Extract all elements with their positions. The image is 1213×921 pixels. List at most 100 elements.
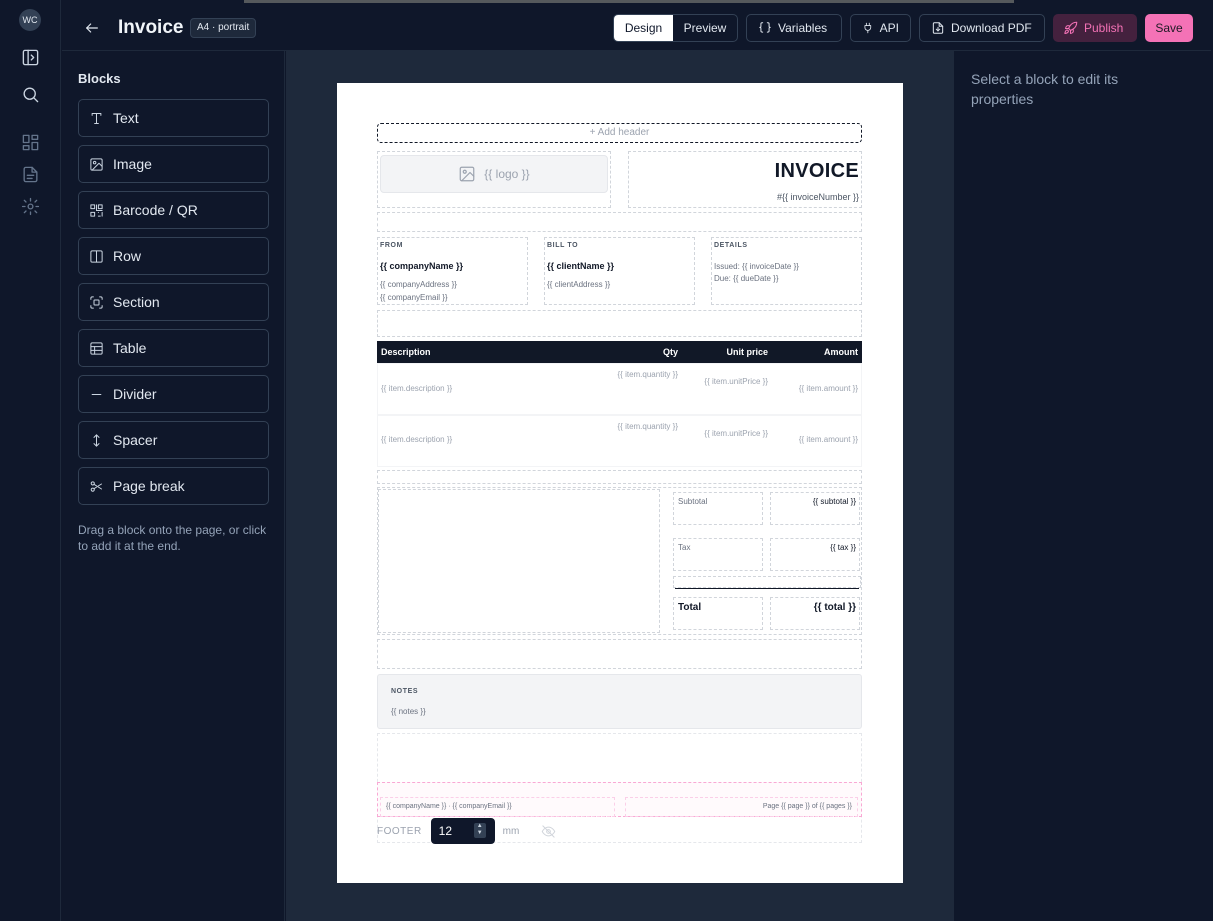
item-description: {{ item.description }}: [381, 435, 453, 444]
back-arrow-icon[interactable]: [82, 18, 102, 38]
properties-empty-message: Select a block to edit its properties: [971, 71, 1119, 107]
download-pdf-button[interactable]: Download PDF: [919, 14, 1045, 42]
document-icon[interactable]: [19, 163, 41, 185]
company-address[interactable]: {{ companyAddress }}: [380, 278, 457, 291]
company-email[interactable]: {{ companyEmail }}: [380, 291, 448, 304]
spacer-block[interactable]: [377, 310, 862, 337]
block-spacer[interactable]: Spacer: [78, 421, 269, 459]
dashboard-icon[interactable]: [19, 131, 41, 153]
column-qty: Qty: [662, 347, 678, 357]
window-top-edge: [244, 0, 1014, 3]
spacer-icon: [93, 433, 100, 447]
gear-icon[interactable]: [19, 195, 41, 217]
item-amount: {{ item.amount }}: [798, 384, 858, 393]
braces-icon: [759, 22, 771, 33]
invoice-page: + Add header {{ logo }} INVOICE #{{ invo…: [337, 83, 903, 883]
spacer-block[interactable]: [377, 639, 862, 669]
item-description: {{ item.description }}: [381, 384, 453, 393]
totals-left-column[interactable]: [378, 489, 660, 633]
block-label: Text: [113, 110, 139, 126]
properties-panel: Select a block to edit its properties: [953, 51, 1211, 921]
block-label: Divider: [113, 386, 157, 402]
block-section[interactable]: Section: [78, 283, 269, 321]
image-icon: [90, 157, 103, 171]
notes-label: NOTES: [391, 688, 419, 695]
page-break-icon: [90, 480, 102, 492]
client-address[interactable]: {{ clientAddress }}: [547, 278, 610, 291]
page-format-badge: A4 · portrait: [190, 18, 257, 38]
subtotal-label: Subtotal: [678, 497, 708, 506]
blocks-hint: Drag a block onto the page, or click to …: [78, 523, 267, 553]
block-table[interactable]: Table: [78, 329, 269, 367]
qr-icon: [90, 203, 103, 217]
text-icon: [91, 112, 102, 124]
block-label: Table: [113, 340, 147, 356]
avatar[interactable]: WC: [19, 9, 41, 31]
variables-label: Variables: [778, 21, 828, 35]
footer-height-unit: mm: [502, 825, 520, 837]
block-label: Barcode / QR: [113, 202, 198, 218]
notes-value: {{ notes }}: [391, 707, 426, 716]
table-icon: [90, 341, 103, 355]
search-icon[interactable]: [19, 83, 41, 105]
item-unit-price: {{ item.unitPrice }}: [704, 429, 768, 438]
due-date[interactable]: Due: {{ dueDate }}: [714, 272, 779, 285]
item-quantity: {{ item.quantity }}: [617, 422, 679, 431]
table-header[interactable]: Description Qty Unit price Amount: [377, 341, 862, 363]
spacer-block[interactable]: [377, 212, 862, 232]
block-label: Row: [113, 248, 142, 264]
rocket-icon: [1064, 21, 1078, 34]
company-name[interactable]: {{ companyName }}: [380, 261, 463, 271]
image-icon: [459, 166, 475, 182]
from-label: FROM: [380, 242, 404, 249]
save-button[interactable]: Save: [1145, 14, 1193, 42]
block-row[interactable]: Row: [78, 237, 269, 275]
section-icon: [90, 295, 103, 309]
variables-button[interactable]: Variables: [746, 14, 842, 42]
total-label: Total: [678, 602, 702, 613]
spacer-block[interactable]: [377, 470, 862, 484]
add-header-button[interactable]: + Add header: [377, 123, 862, 143]
block-text[interactable]: Text: [78, 99, 269, 137]
tab-preview[interactable]: Preview: [673, 15, 737, 41]
sidebar-toggle-icon[interactable]: [19, 46, 41, 68]
download-pdf-label: Download PDF: [951, 21, 1032, 35]
tax-label: Tax: [678, 543, 691, 552]
tab-design[interactable]: Design: [614, 15, 673, 41]
column-amount: Amount: [824, 347, 858, 357]
mode-toggle: Design Preview: [613, 14, 738, 42]
plug-icon: [864, 22, 872, 34]
logo-placeholder[interactable]: {{ logo }}: [380, 155, 608, 193]
item-unit-price: {{ item.unitPrice }}: [704, 377, 768, 386]
block-label: Section: [113, 294, 160, 310]
footer-left-slot[interactable]: {{ companyName }} · {{ companyEmail }}: [380, 797, 615, 817]
notes-section[interactable]: NOTES {{ notes }}: [377, 674, 862, 729]
blocks-title: Blocks: [78, 71, 121, 86]
block-label: Spacer: [113, 432, 158, 448]
invoice-number[interactable]: #{{ invoiceNumber }}: [777, 192, 859, 202]
block-page-break[interactable]: Page break: [78, 467, 269, 505]
client-name[interactable]: {{ clientName }}: [547, 261, 614, 271]
footer-controls: FOOTER 12 ▲ ▼ mm: [377, 818, 556, 844]
divider-icon: [91, 393, 102, 395]
stepper-arrows-icon[interactable]: ▲ ▼: [473, 823, 486, 838]
block-barcode-qr[interactable]: Barcode / QR: [78, 191, 269, 229]
eye-off-icon[interactable]: [541, 824, 556, 839]
details-label: DETAILS: [714, 242, 748, 249]
block-divider[interactable]: Divider: [78, 375, 269, 413]
totals-divider: [675, 588, 859, 589]
publish-button[interactable]: Publish: [1053, 14, 1137, 42]
invoice-title[interactable]: INVOICE: [775, 160, 859, 183]
column-unit-price: Unit price: [726, 347, 768, 357]
item-quantity: {{ item.quantity }}: [617, 370, 679, 379]
app-rail: WC: [0, 0, 61, 921]
divider-block[interactable]: [673, 576, 861, 588]
api-button[interactable]: API: [850, 14, 911, 42]
logo-text: {{ logo }}: [484, 167, 530, 181]
item-amount: {{ item.amount }}: [798, 435, 858, 444]
total-value: {{ total }}: [813, 602, 856, 613]
block-image[interactable]: Image: [78, 145, 269, 183]
footer-zone[interactable]: {{ companyName }} · {{ companyEmail }} P…: [377, 782, 862, 817]
footer-height-stepper[interactable]: 12 ▲ ▼: [430, 818, 495, 844]
footer-right-slot[interactable]: Page {{ page }} of {{ pages }}: [625, 797, 858, 817]
